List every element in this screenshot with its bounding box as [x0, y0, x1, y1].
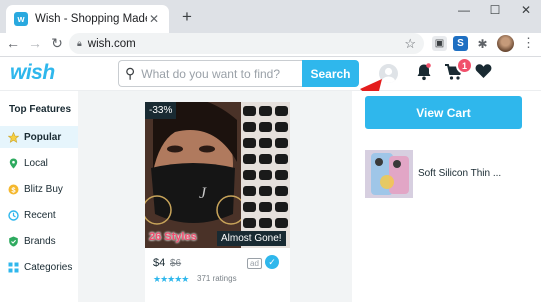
cart-panel: View Cart Soft Silicon Thin ...: [352, 91, 541, 302]
stock-status-badge: Almost Gone!: [217, 231, 286, 246]
discount-badge: -33%: [145, 102, 177, 119]
profile-avatar[interactable]: [497, 35, 514, 52]
product-price: $4: [153, 257, 166, 269]
search-placeholder[interactable]: What do you want to find?: [141, 67, 280, 81]
sidebar-item-label: Categories: [24, 261, 73, 273]
extensions-puzzle-icon[interactable]: ✱: [475, 36, 490, 51]
chrome-menu-icon[interactable]: ⋮: [522, 35, 535, 51]
sidebar-item-label: Local: [24, 157, 48, 169]
sidebar-item-label: Popular: [24, 131, 62, 143]
view-cart-button[interactable]: View Cart: [365, 96, 522, 129]
url-text[interactable]: wish.com: [88, 38, 405, 50]
minimize-icon[interactable]: —: [453, 3, 475, 17]
close-icon[interactable]: ✕: [515, 3, 537, 17]
browser-tab[interactable]: w Wish - Shopping Made Fun ✕: [6, 5, 169, 33]
wish-favicon-icon: w: [14, 12, 28, 26]
bookmark-star-icon[interactable]: ☆: [404, 36, 416, 52]
new-tab-button[interactable]: +: [177, 7, 197, 27]
rating-count: 371 ratings: [197, 274, 237, 283]
back-icon[interactable]: ←: [4, 35, 22, 51]
verified-check-icon: ✓: [265, 255, 279, 269]
heart-icon[interactable]: [475, 63, 492, 84]
tab-close-icon[interactable]: ✕: [147, 12, 161, 26]
maximize-icon[interactable]: ☐: [484, 3, 506, 17]
location-icon: [8, 158, 19, 169]
sidebar-item-label: Blitz Buy: [24, 183, 63, 195]
forward-icon[interactable]: →: [26, 35, 44, 51]
ad-label: ad: [247, 258, 262, 269]
styles-count-label: 26 Styles: [149, 231, 197, 243]
wish-logo[interactable]: wish: [10, 61, 55, 85]
sidebar-item-label: Recent: [24, 209, 56, 221]
product-feed: J -33% 26 Styles Almost Gone! $4 $6 ad ✓…: [78, 91, 352, 302]
browser-toolbar: ← → ↻ 🔒︎ wish.com ☆ ▣ S ✱ ⋮: [0, 33, 541, 57]
browser-tab-bar: w Wish - Shopping Made Fun ✕ + — ☐ ✕: [0, 0, 541, 33]
dollar-icon: $: [8, 184, 19, 195]
tab-title: Wish - Shopping Made Fun: [35, 13, 147, 25]
lock-icon[interactable]: 🔒︎: [77, 38, 82, 49]
cart-item-image[interactable]: [365, 150, 413, 198]
sidebar: Top Features Popular Local $ Blitz Buy R…: [0, 91, 78, 302]
sidebar-item-local[interactable]: Local: [0, 152, 78, 174]
cart-item-name[interactable]: Soft Silicon Thin ...: [418, 168, 501, 179]
reload-icon[interactable]: ↻: [48, 35, 66, 52]
product-old-price: $6: [170, 258, 182, 269]
shield-icon: [8, 236, 19, 247]
star-icon: [8, 131, 19, 143]
clock-icon: [8, 209, 19, 221]
product-image[interactable]: J -33% 26 Styles Almost Gone!: [145, 102, 290, 248]
search-input[interactable]: ⚲ What do you want to find?: [118, 60, 302, 87]
grid-icon: [8, 262, 19, 273]
product-card[interactable]: J -33% 26 Styles Almost Gone! $4 $6 ad ✓…: [145, 102, 290, 302]
rating-stars: ★★★★★: [153, 274, 189, 284]
sidebar-item-recent[interactable]: Recent: [0, 204, 78, 226]
extension-screenshot-icon[interactable]: ▣: [432, 36, 447, 51]
cart-count-badge: 1: [456, 57, 473, 74]
sidebar-item-blitz-buy[interactable]: $ Blitz Buy: [0, 178, 78, 200]
search-icon: ⚲: [125, 65, 136, 81]
extension-s-icon[interactable]: S: [453, 36, 468, 51]
sidebar-title: Top Features: [9, 104, 72, 115]
address-bar[interactable]: 🔒︎ wish.com ☆: [69, 33, 424, 54]
sidebar-item-categories[interactable]: Categories: [0, 256, 78, 278]
bell-icon[interactable]: [416, 63, 432, 86]
wish-header: wish ⚲ What do you want to find? Search …: [0, 57, 541, 91]
sidebar-item-label: Brands: [24, 235, 56, 247]
svg-text:J: J: [199, 185, 207, 202]
sidebar-item-brands[interactable]: Brands: [0, 230, 78, 252]
sidebar-item-popular[interactable]: Popular: [0, 126, 78, 148]
